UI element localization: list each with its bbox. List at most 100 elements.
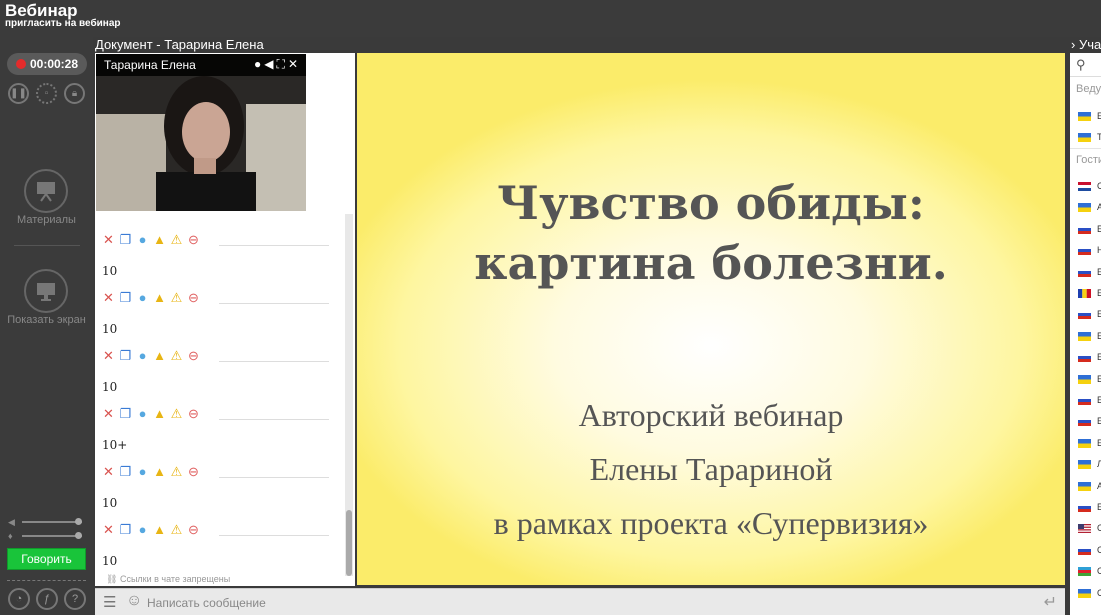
bell-icon[interactable]: ▲	[152, 232, 167, 248]
slide-subtitle-line-2: Елены Тарариной	[589, 451, 833, 487]
reply-icon[interactable]: ●	[135, 290, 150, 306]
flag-icon	[1078, 545, 1091, 555]
reply-icon[interactable]: ●	[135, 232, 150, 248]
speaker-icon: ◀	[8, 517, 15, 527]
fullscreen-icon[interactable]: ▫	[36, 83, 57, 104]
chat-scrollbar-thumb[interactable]	[346, 510, 352, 576]
expand-icon[interactable]: ⛶	[277, 57, 288, 71]
slide-title: Чувство обиды: картина болезни.	[357, 173, 1065, 293]
slide-subtitle-line-3: в рамках проекта «Супервизия»	[493, 505, 929, 541]
reply-icon[interactable]: ●	[135, 464, 150, 480]
participant-name[interactable]: С	[1097, 588, 1101, 598]
participant-name[interactable]: Е	[1097, 288, 1101, 298]
chat-message: 10+	[102, 438, 128, 452]
record-timer-button[interactable]: 00:00:28	[7, 53, 87, 75]
warning-icon[interactable]: ⚠	[169, 348, 184, 364]
pin-icon[interactable]: ●	[254, 57, 264, 71]
reply-icon[interactable]: ●	[135, 348, 150, 364]
chat-message: 10	[102, 554, 118, 568]
bell-icon[interactable]: ▲	[152, 348, 167, 364]
copy-icon[interactable]: ❐	[118, 522, 133, 538]
mic-knob[interactable]	[75, 532, 82, 539]
bell-icon[interactable]: ▲	[152, 290, 167, 306]
mic-slider[interactable]	[22, 532, 82, 539]
smiley-icon[interactable]: ☺	[126, 592, 142, 610]
participants-search[interactable]: ⚲	[1070, 53, 1101, 77]
participant-name[interactable]: А	[1097, 202, 1101, 212]
participant-name[interactable]: Е	[1097, 309, 1101, 319]
participant-name[interactable]: А	[1097, 481, 1101, 491]
bell-icon[interactable]: ▲	[152, 406, 167, 422]
talk-button[interactable]: Говорить	[7, 548, 86, 570]
block-icon[interactable]: ⊖	[186, 348, 201, 364]
participant-name[interactable]: С	[1097, 566, 1101, 576]
participant-name[interactable]: Л	[1097, 459, 1101, 469]
links-note-text: Ссылки в чате запрещены	[119, 574, 231, 584]
copy-icon[interactable]: ❐	[118, 232, 133, 248]
invite-link[interactable]: пригласить на вебинар	[5, 18, 121, 29]
reply-icon[interactable]: ●	[135, 406, 150, 422]
participant-name[interactable]: Е	[1097, 416, 1101, 426]
presenter-video[interactable]: Тарарина Елена ●◀⛶✕	[96, 54, 306, 211]
volume-slider[interactable]	[22, 518, 82, 525]
volume-knob[interactable]	[75, 518, 82, 525]
close-icon[interactable]: ✕	[288, 57, 301, 71]
monitor-icon	[37, 283, 55, 301]
block-icon[interactable]: ⊖	[186, 464, 201, 480]
flag-icon	[1078, 524, 1091, 534]
warning-icon[interactable]: ⚠	[169, 464, 184, 480]
speedometer-icon[interactable]: ◔	[8, 588, 30, 610]
warning-icon[interactable]: ⚠	[169, 522, 184, 538]
participant-name[interactable]: Е	[1097, 111, 1101, 121]
warning-icon[interactable]: ⚠	[169, 406, 184, 422]
participants-panel-toggle[interactable]: › Участники	[1071, 37, 1101, 52]
delete-icon[interactable]: ✕	[101, 464, 116, 480]
block-icon[interactable]: ⊖	[186, 232, 201, 248]
participant-name[interactable]: Н	[1097, 245, 1101, 255]
copy-icon[interactable]: ❐	[118, 464, 133, 480]
flag-icon	[1078, 353, 1091, 363]
participant-name[interactable]: С	[1097, 545, 1101, 555]
flag-icon	[1078, 503, 1091, 512]
delete-icon[interactable]: ✕	[101, 406, 116, 422]
share-screen-button[interactable]	[24, 269, 68, 313]
flag-icon	[1078, 396, 1091, 405]
copy-icon[interactable]: ❐	[118, 406, 133, 422]
flash-icon[interactable]: ƒ	[36, 588, 58, 610]
chat-message-input[interactable]	[147, 593, 1027, 613]
block-icon[interactable]: ⊖	[186, 522, 201, 538]
send-enter-icon[interactable]: ↵	[1044, 592, 1057, 612]
participant-name[interactable]: Е	[1097, 395, 1101, 405]
participant-name[interactable]: Е	[1097, 438, 1101, 448]
participant-name[interactable]: С	[1097, 181, 1101, 191]
volume-icon[interactable]: ◀	[264, 57, 276, 71]
delete-icon[interactable]: ✕	[101, 232, 116, 248]
participant-name[interactable]: С	[1097, 523, 1101, 533]
participant-name[interactable]: Е	[1097, 374, 1101, 384]
block-icon[interactable]: ⊖	[186, 290, 201, 306]
divider	[219, 245, 329, 246]
materials-button[interactable]	[24, 169, 68, 213]
participant-name[interactable]: Е	[1097, 352, 1101, 362]
reply-icon[interactable]: ●	[135, 522, 150, 538]
copy-icon[interactable]: ❐	[118, 348, 133, 364]
bell-icon[interactable]: ▲	[152, 464, 167, 480]
help-icon[interactable]: ?	[64, 588, 86, 610]
delete-icon[interactable]: ✕	[101, 348, 116, 364]
bell-icon[interactable]: ▲	[152, 522, 167, 538]
participant-name[interactable]: Е	[1097, 502, 1101, 512]
participant-name[interactable]: Т	[1097, 132, 1101, 142]
delete-icon[interactable]: ✕	[101, 290, 116, 306]
menu-icon[interactable]: ☰	[103, 593, 116, 611]
warning-icon[interactable]: ⚠	[169, 290, 184, 306]
participant-name[interactable]: Е	[1097, 224, 1101, 234]
lock-icon[interactable]: 🔒︎	[64, 83, 85, 104]
block-icon[interactable]: ⊖	[186, 406, 201, 422]
participant-name[interactable]: Е	[1097, 331, 1101, 341]
delete-icon[interactable]: ✕	[101, 522, 116, 538]
participant-name[interactable]: Е	[1097, 267, 1101, 277]
search-icon: ⚲	[1076, 57, 1086, 72]
copy-icon[interactable]: ❐	[118, 290, 133, 306]
pause-icon[interactable]: ❚❚	[8, 83, 29, 104]
warning-icon[interactable]: ⚠	[169, 232, 184, 248]
